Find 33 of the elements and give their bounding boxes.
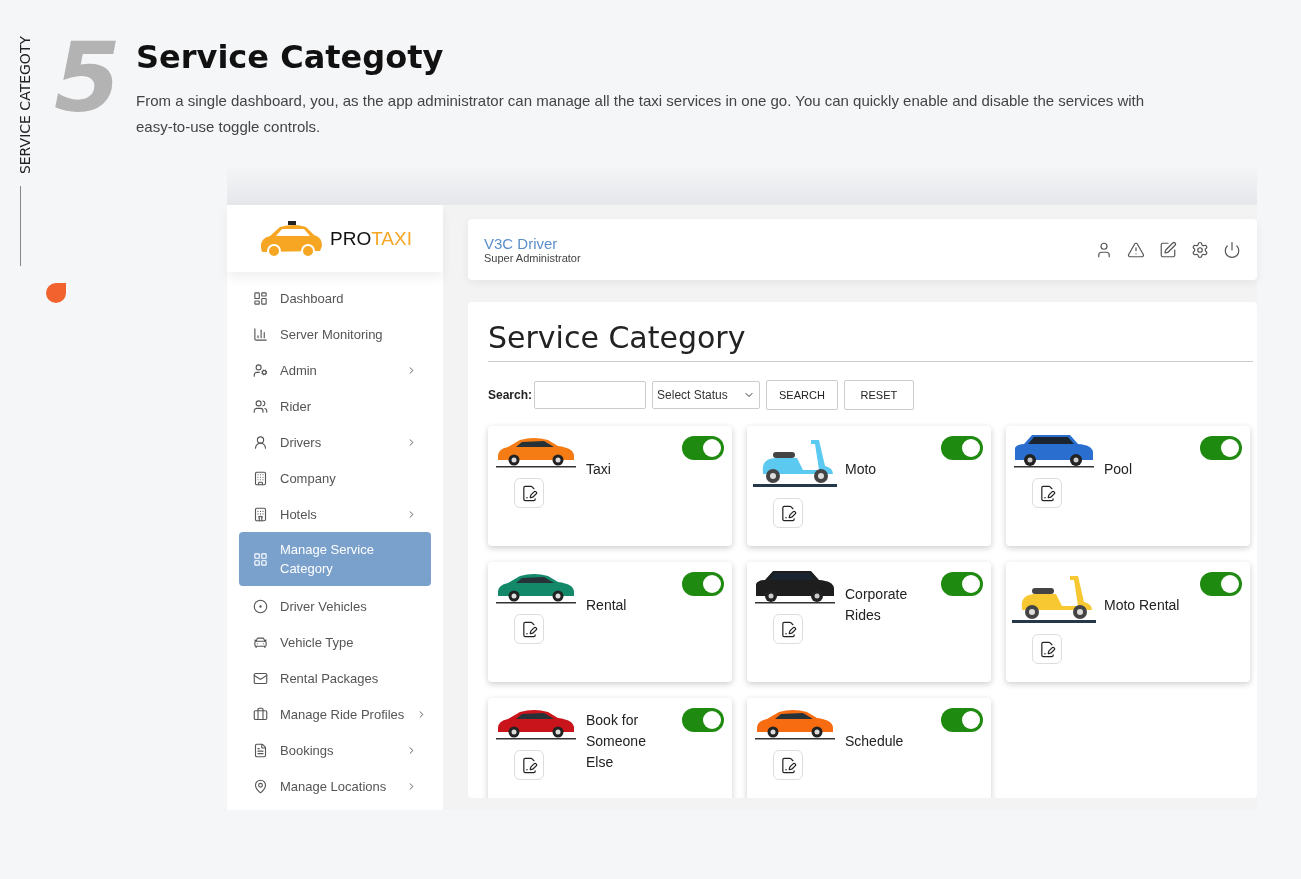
section-title: Service Categoty [136, 38, 445, 76]
sidebar-item[interactable]: Bookings [239, 732, 431, 768]
sidebar-item[interactable]: Drivers [239, 424, 431, 460]
section-number: 5 [54, 30, 114, 136]
service-name: Book for Someone Else [586, 710, 647, 772]
sidebar-item[interactable]: Manage Locations [239, 768, 431, 804]
reset-button[interactable]: RESET [843, 380, 914, 410]
service-name: Rental [586, 595, 628, 615]
service-name: Corporate Rides [845, 585, 909, 625]
sidebar-item[interactable]: Rental Packages [239, 660, 431, 696]
sidebar-item[interactable]: Admin [239, 352, 431, 388]
service-name: Moto [845, 459, 878, 479]
sidebar-item[interactable]: Hotels [239, 496, 431, 532]
status-select[interactable]: Select Status [652, 381, 761, 409]
side-label: SERVICE CATEGOTY [16, 36, 34, 175]
sidebar-item[interactable]: Driver Vehicles [239, 588, 431, 624]
service-name: Pool [1104, 459, 1134, 479]
user-role: Super Administrator [484, 252, 581, 264]
service-name: Schedule [845, 731, 905, 751]
page-title: Service Category [488, 320, 1253, 362]
sidebar-item[interactable]: Manage Ride Profiles [239, 696, 431, 732]
service-name: Moto Rental [1104, 595, 1181, 615]
sidebar-item[interactable]: Server Monitoring [239, 316, 431, 352]
section-description: From a single dashboard, you, as the app administrator can manage all the taxi services in one go. You can quickly enable and disable the services with easy-to-use toggle controls. [136, 91, 1146, 137]
sidebar-item[interactable]: Company [239, 460, 431, 496]
search-button[interactable]: SEARCH [766, 380, 838, 410]
search-label: Search: [488, 388, 533, 402]
service-name: Taxi [586, 459, 612, 479]
sidebar-item[interactable]: Vehicle Type [239, 624, 431, 660]
sidebar-item[interactable]: Rider [239, 388, 431, 424]
logo-text: PROTAXI [330, 227, 412, 250]
sidebar-item[interactable]: Dashboard [239, 280, 431, 316]
user-name: V3C Driver [484, 235, 559, 252]
